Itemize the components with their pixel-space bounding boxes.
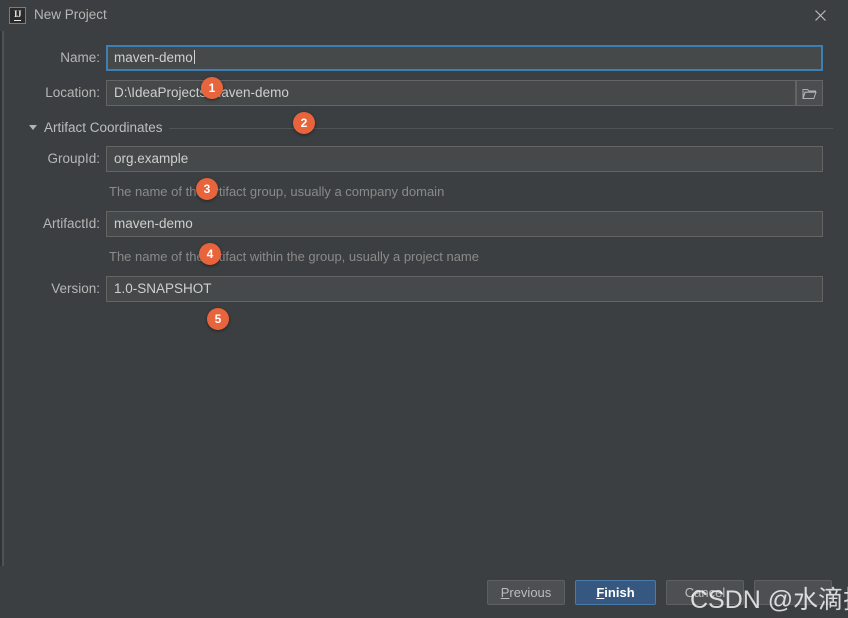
location-label: Location: <box>10 80 100 106</box>
badge-3: 3 <box>196 178 218 200</box>
artifactid-input[interactable]: maven-demo <box>106 211 823 237</box>
name-label: Name: <box>10 45 100 71</box>
groupid-label: GroupId: <box>10 146 100 172</box>
help-button[interactable] <box>754 580 832 605</box>
artifactid-row: ArtifactId: maven-demo <box>0 211 848 237</box>
name-input-value: maven-demo <box>114 50 193 65</box>
name-row: Name: maven-demo <box>0 45 848 71</box>
new-project-form: Name: maven-demo 1 Location: D:\IdeaProj… <box>0 31 848 566</box>
chevron-down-icon <box>29 125 37 130</box>
artifactid-input-value: maven-demo <box>114 216 193 231</box>
version-label: Version: <box>10 276 100 302</box>
dialog-button-bar: Previous Finish Cancel <box>0 566 848 618</box>
badge-2: 2 <box>293 112 315 134</box>
intellij-idea-icon: IJ <box>9 7 26 24</box>
window-title: New Project <box>34 7 107 22</box>
badge-4: 4 <box>199 243 221 265</box>
version-input-value: 1.0-SNAPSHOT <box>114 281 212 296</box>
app-icon-text: IJ <box>14 10 21 21</box>
section-separator <box>169 128 833 129</box>
groupid-hint: The name of the artifact group, usually … <box>109 184 444 199</box>
folder-icon <box>802 87 817 100</box>
version-row: Version: 1.0-SNAPSHOT <box>0 276 848 302</box>
badge-5: 5 <box>207 308 229 330</box>
groupid-row: GroupId: org.example <box>0 146 848 172</box>
artifactid-label: ArtifactId: <box>10 211 100 237</box>
previous-button[interactable]: Previous <box>487 580 565 605</box>
artifact-coordinates-section-header[interactable]: Artifact Coordinates <box>0 119 848 137</box>
groupid-input[interactable]: org.example <box>106 146 823 172</box>
artifact-coordinates-label: Artifact Coordinates <box>44 119 163 137</box>
previous-label-rest: revious <box>509 585 551 600</box>
badge-1: 1 <box>201 77 223 99</box>
groupid-input-value: org.example <box>114 151 188 166</box>
version-input[interactable]: 1.0-SNAPSHOT <box>106 276 823 302</box>
text-caret <box>194 50 195 64</box>
close-button[interactable] <box>798 0 842 31</box>
cancel-button[interactable]: Cancel <box>666 580 744 605</box>
finish-label-rest: inish <box>604 585 634 600</box>
name-input[interactable]: maven-demo <box>106 45 823 71</box>
close-icon <box>814 9 827 22</box>
artifactid-hint: The name of the artifact within the grou… <box>109 249 479 264</box>
finish-button[interactable]: Finish <box>575 580 656 605</box>
title-bar: IJ New Project <box>0 0 848 31</box>
location-browse-button[interactable] <box>796 80 823 106</box>
location-row: Location: D:\IdeaProjects\maven-demo <box>0 80 848 106</box>
